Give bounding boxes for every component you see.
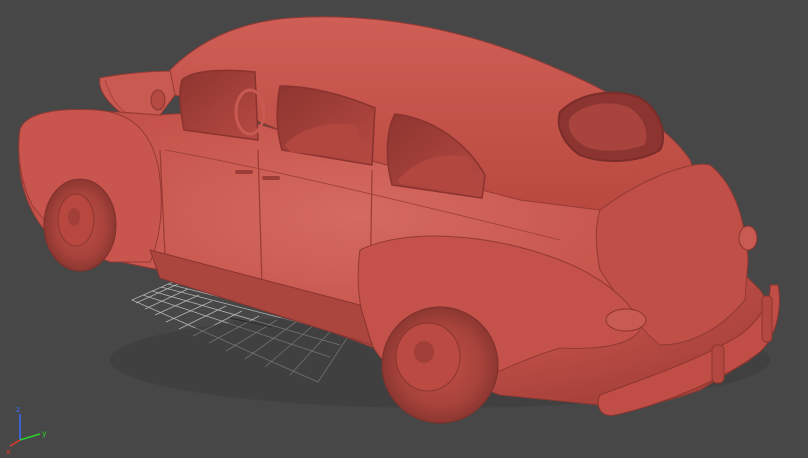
x-axis-line — [9, 439, 21, 447]
y-axis-line — [19, 433, 41, 441]
car-model[interactable] — [18, 16, 780, 424]
z-axis-label: z — [16, 405, 20, 414]
front-wheel — [43, 178, 117, 272]
viewport-scene[interactable] — [0, 0, 808, 458]
perspective-viewport[interactable]: z y x — [0, 0, 808, 458]
rear-wheel — [381, 306, 499, 424]
y-axis-label: y — [42, 429, 47, 438]
x-axis-label: x — [6, 447, 11, 454]
axis-gizmo: z y x — [6, 405, 47, 454]
